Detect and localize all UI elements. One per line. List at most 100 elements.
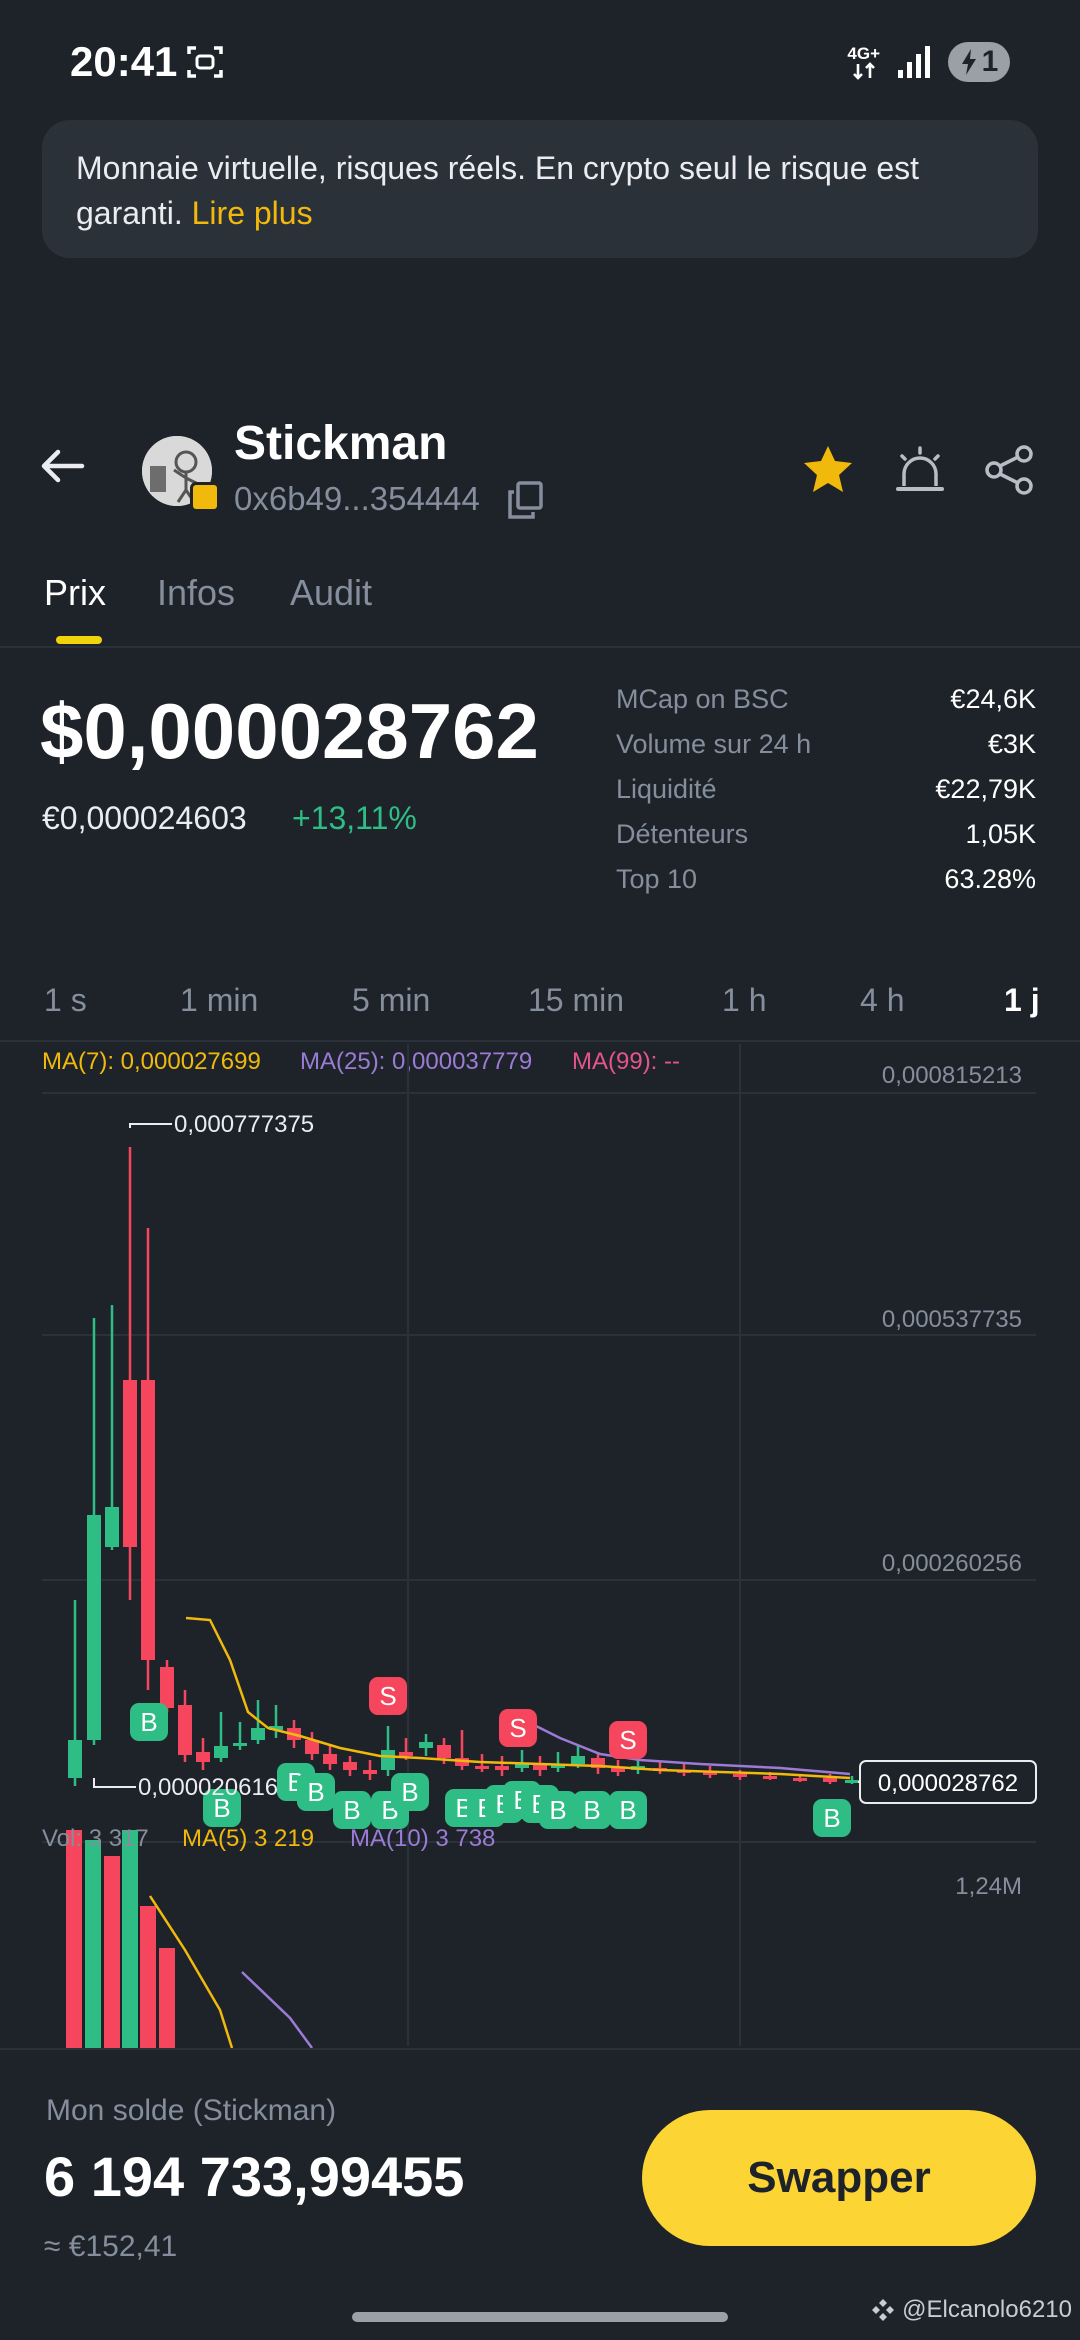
volume-ma10-line <box>241 1971 314 2049</box>
candle <box>68 1740 82 1778</box>
interval-1min[interactable]: 1 min <box>180 982 258 1019</box>
balance-value: 6 194 733,99455 <box>44 2145 465 2208</box>
stat-value: €3K <box>987 729 1036 759</box>
candle <box>823 1778 837 1782</box>
sell-marker-label: S <box>379 1681 396 1711</box>
interval-1h[interactable]: 1 h <box>722 982 766 1019</box>
price-chart[interactable]: BBBBBBBBBBBBBBBBSSS 0,0008152130,0005377… <box>0 1040 1080 2050</box>
volume-bar <box>122 1830 138 2048</box>
buy-marker-label: B <box>140 1707 157 1737</box>
current-price-label: 0,000028762 <box>878 1770 1018 1797</box>
token-tabs: Prix Infos Audit <box>0 560 1080 648</box>
stat-value: €22,79K <box>935 774 1036 804</box>
interval-5min[interactable]: 5 min <box>352 982 430 1019</box>
star-icon[interactable] <box>800 442 856 498</box>
interval-selector: 1 s 1 min 5 min 15 min 1 h 4 h 1 j <box>0 976 1080 1042</box>
candle <box>160 1667 174 1708</box>
candle <box>141 1380 155 1660</box>
interval-1s[interactable]: 1 s <box>44 982 87 1019</box>
interval-15min[interactable]: 15 min <box>528 982 624 1019</box>
candle <box>123 1380 137 1547</box>
candle <box>105 1507 119 1547</box>
candle <box>87 1515 101 1740</box>
tab-prix[interactable]: Prix <box>44 572 106 614</box>
status-time: 20:41 <box>70 38 178 85</box>
binance-logo-icon <box>872 2299 895 2321</box>
stat-volume: Volume sur 24 h €3K <box>616 729 1036 769</box>
copy-icon[interactable] <box>506 480 544 520</box>
candle <box>793 1778 807 1781</box>
balance-eur: ≈ €152,41 <box>44 2230 178 2263</box>
stat-value: 1,05K <box>965 819 1036 849</box>
price-eur: €0,000024603 <box>42 800 247 836</box>
buy-marker-label: B <box>619 1795 636 1825</box>
candle <box>214 1746 228 1758</box>
ma-lines <box>185 1616 851 1780</box>
volume-bar <box>159 1948 175 2048</box>
candle <box>399 1752 413 1756</box>
candle <box>571 1756 585 1764</box>
stat-label: MCap on BSC <box>616 684 789 714</box>
stat-holders: Détenteurs 1,05K <box>616 819 1036 859</box>
home-indicator[interactable] <box>352 2312 728 2322</box>
trade-markers: BBBBBBBBBBBBBBBBSSS <box>130 1677 851 1837</box>
volume-ma5-label: MA(5) 3 219 <box>182 1825 314 1852</box>
price-axis-label: 0,000537735 <box>882 1306 1022 1333</box>
data-arrows-icon: 4G+ <box>847 45 880 80</box>
screen-capture-icon <box>187 46 223 78</box>
stat-label: Volume sur 24 h <box>616 729 812 759</box>
share-icon[interactable] <box>982 442 1038 498</box>
stat-mcap: MCap on BSC €24,6K <box>616 684 1036 724</box>
stat-top10: Top 10 63.28% <box>616 864 1036 904</box>
stat-label: Détenteurs <box>616 819 749 849</box>
candle <box>437 1745 451 1758</box>
volume-bars <box>66 1830 314 2049</box>
swap-button[interactable]: Swapper <box>642 2110 1036 2246</box>
candle <box>495 1766 509 1770</box>
buy-marker-label: B <box>583 1795 600 1825</box>
candle <box>845 1780 859 1783</box>
low-price-label: 0,000020616 <box>138 1774 278 1801</box>
low-label-leader <box>93 1778 136 1788</box>
back-arrow-icon[interactable] <box>36 440 88 492</box>
stat-label: Liquidité <box>616 774 717 804</box>
signal-icon <box>898 46 930 78</box>
high-label-leader <box>129 1123 172 1128</box>
buy-marker-label: B <box>343 1795 360 1825</box>
candle <box>178 1705 192 1755</box>
volume-bar <box>104 1856 120 2048</box>
interval-4h[interactable]: 4 h <box>860 982 904 1019</box>
tab-audit[interactable]: Audit <box>290 572 372 614</box>
price-axis-label: 0,000260256 <box>882 1550 1022 1577</box>
candle <box>343 1762 357 1770</box>
stat-liquidity: Liquidité €22,79K <box>616 774 1036 814</box>
stat-label: Top 10 <box>616 864 698 894</box>
token-header: Stickman 0x6b49...354444 <box>0 410 1080 530</box>
candle <box>196 1752 210 1762</box>
candle <box>475 1766 489 1769</box>
stat-value: €24,6K <box>950 684 1036 714</box>
volume-ma10-label: MA(10) 3 738 <box>350 1825 495 1852</box>
active-tab-indicator <box>56 636 102 644</box>
price-axis-label: 0,000815213 <box>882 1062 1022 1089</box>
tab-infos[interactable]: Infos <box>157 572 235 614</box>
ma7-line <box>185 1616 851 1780</box>
status-bar: 20:41 4G+ 1 <box>0 0 1080 120</box>
sell-marker-label: S <box>619 1725 636 1755</box>
volume-bar <box>140 1906 156 2048</box>
token-name: Stickman <box>234 417 448 470</box>
token-address: 0x6b49...354444 <box>234 480 480 517</box>
candle <box>733 1774 747 1777</box>
sell-marker-label: S <box>509 1713 526 1743</box>
candle <box>363 1770 377 1774</box>
buy-marker-label: B <box>549 1795 566 1825</box>
watermark: @Elcanolo6210 <box>870 2296 1072 2324</box>
volume-label: Vol: 3 317 <box>42 1825 149 1852</box>
interval-1j[interactable]: 1 j <box>1004 982 1040 1019</box>
price-usd: $0,000028762 <box>40 687 539 775</box>
buy-marker-label: B <box>401 1777 418 1807</box>
balance-label: Mon solde (Stickman) <box>46 2094 337 2127</box>
volume-bar <box>66 1830 82 2048</box>
read-more-link[interactable]: Lire plus <box>192 195 313 231</box>
alert-icon[interactable] <box>892 442 948 498</box>
